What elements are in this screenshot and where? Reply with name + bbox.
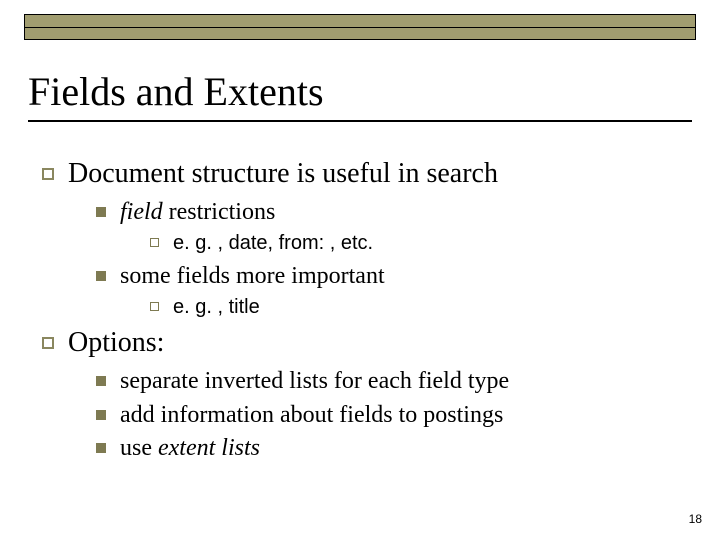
bullet-level3: e. g. , title xyxy=(150,294,680,321)
bullet-text: field restrictions xyxy=(120,197,275,228)
top-accent-bar xyxy=(24,14,696,40)
hollow-square-icon xyxy=(150,238,159,247)
bullet-text: Options: xyxy=(68,325,164,360)
filled-square-icon xyxy=(96,271,106,281)
bullet-level2: field restrictions xyxy=(96,197,680,228)
bullet-level2: add information about fields to postings xyxy=(96,400,680,431)
bullet-level2: separate inverted lists for each field t… xyxy=(96,366,680,397)
bullet-text-prefix: use xyxy=(120,435,158,461)
hollow-square-icon xyxy=(42,337,54,349)
hollow-square-icon xyxy=(150,302,159,311)
bullet-text: some fields more important xyxy=(120,261,385,292)
filled-square-icon xyxy=(96,376,106,386)
italic-word: field xyxy=(120,199,163,225)
bullet-text: Document structure is useful in search xyxy=(68,156,498,191)
filled-square-icon xyxy=(96,410,106,420)
bullet-level1: Document structure is useful in search xyxy=(42,156,680,191)
bullet-text: e. g. , title xyxy=(173,294,260,321)
slide-body: Document structure is useful in search f… xyxy=(42,152,680,520)
filled-square-icon xyxy=(96,443,106,453)
title-underline xyxy=(28,120,692,122)
italic-phrase: extent lists xyxy=(158,435,260,461)
bullet-text: e. g. , date, from: , etc. xyxy=(173,230,373,257)
filled-square-icon xyxy=(96,207,106,217)
bullet-text: separate inverted lists for each field t… xyxy=(120,366,509,397)
bullet-level1: Options: xyxy=(42,325,680,360)
title-area: Fields and Extents xyxy=(28,70,692,122)
bullet-text: add information about fields to postings xyxy=(120,400,503,431)
bullet-text-rest: restrictions xyxy=(163,199,276,225)
bullet-level3: e. g. , date, from: , etc. xyxy=(150,230,680,257)
hollow-square-icon xyxy=(42,168,54,180)
bullet-level2: some fields more important xyxy=(96,261,680,292)
slide: Fields and Extents Document structure is… xyxy=(0,0,720,540)
page-number: 18 xyxy=(689,512,702,526)
bullet-level2: use extent lists xyxy=(96,433,680,464)
slide-title: Fields and Extents xyxy=(28,70,692,114)
bullet-text: use extent lists xyxy=(120,433,260,464)
